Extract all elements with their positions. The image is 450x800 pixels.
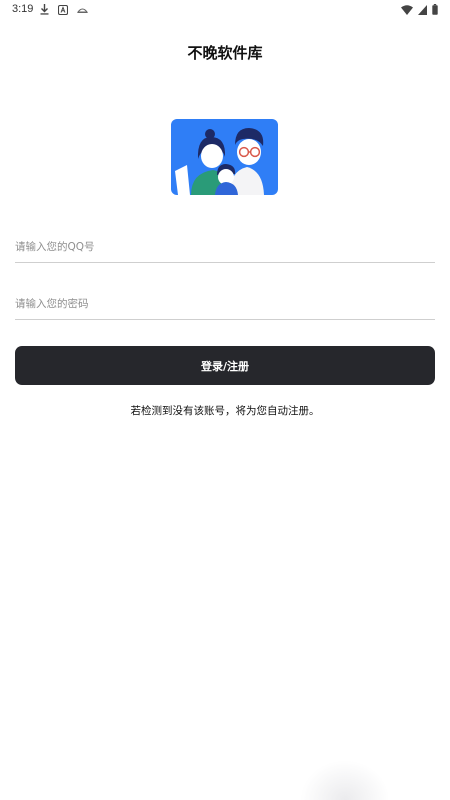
status-time: 3:19 — [12, 3, 34, 15]
status-system-icons — [401, 4, 438, 15]
app-a-icon — [58, 4, 68, 15]
status-notification-icons — [40, 4, 88, 15]
wifi-icon — [401, 4, 413, 15]
qq-field — [15, 232, 435, 263]
decorative-glow — [300, 760, 390, 800]
page-title: 不晚软件库 — [187, 44, 263, 62]
qq-number-input[interactable] — [15, 232, 435, 262]
family-illustration — [171, 119, 278, 195]
password-input[interactable] — [15, 289, 435, 319]
signal-icon — [418, 4, 427, 15]
status-bar: 3:19 — [0, 0, 450, 22]
login-register-button[interactable]: 登录/注册 — [15, 346, 435, 385]
login-screen: 3:19 不晚软件库 请输入您的QQ号 登录/注册 若检测到没有该账号，将为您自… — [0, 0, 450, 800]
auto-register-hint: 若检测到没有该账号，将为您自动注册。 — [130, 405, 320, 417]
password-field — [15, 289, 435, 320]
battery-icon — [432, 4, 438, 15]
download-icon — [40, 4, 49, 15]
hat-icon — [77, 8, 88, 13]
